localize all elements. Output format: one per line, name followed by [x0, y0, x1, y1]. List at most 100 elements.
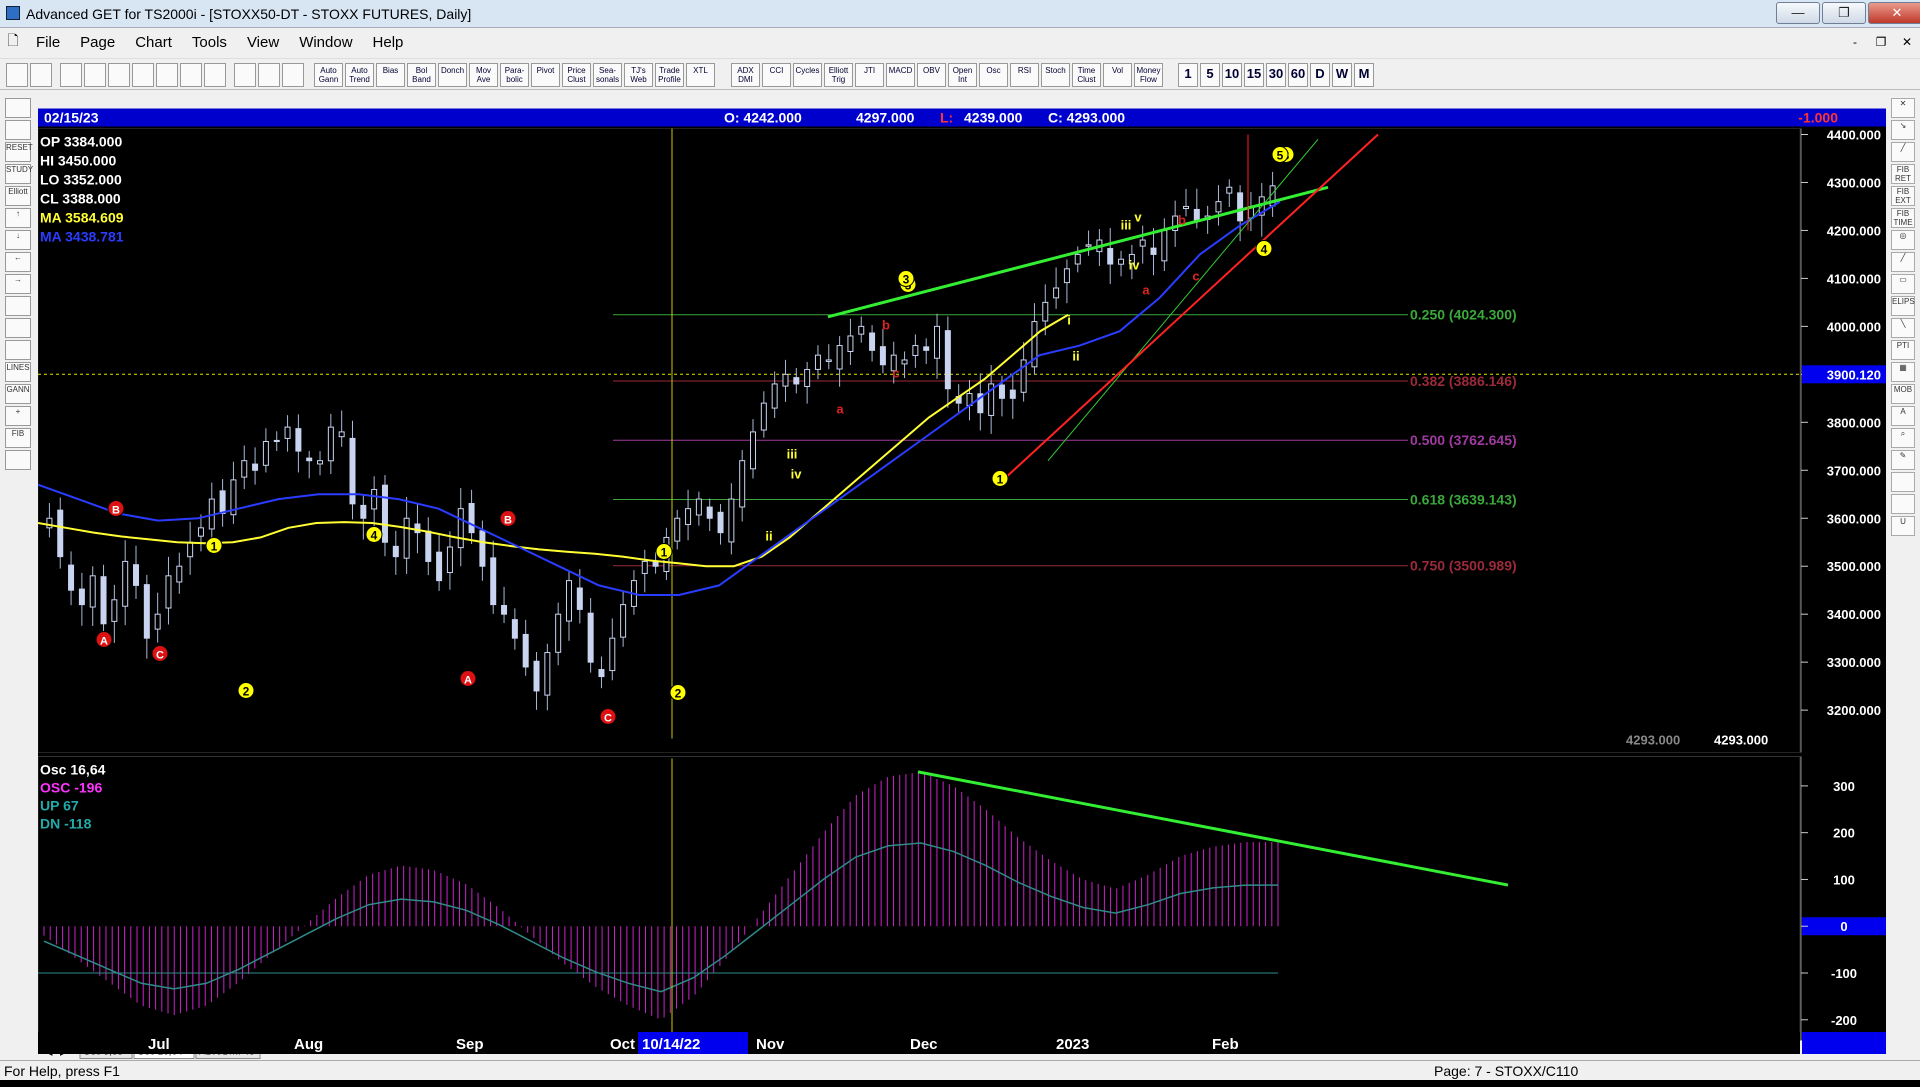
- mdi-minimize-button[interactable]: -: [1842, 32, 1868, 52]
- right-tool-button[interactable]: FIB TIME: [1891, 208, 1915, 228]
- left-tool-button[interactable]: [5, 98, 31, 118]
- close-button[interactable]: ✕: [1868, 2, 1920, 24]
- interval-button[interactable]: 10: [1222, 63, 1242, 87]
- right-tool-button[interactable]: ╱: [1891, 252, 1915, 272]
- study-button[interactable]: MACD: [886, 63, 915, 87]
- left-tool-button[interactable]: [5, 318, 31, 338]
- left-tool-button[interactable]: [5, 450, 31, 470]
- toolbar-icon-button[interactable]: [108, 63, 130, 87]
- right-tool-button[interactable]: ↘: [1891, 120, 1915, 140]
- study-button[interactable]: Sea- sonals: [593, 63, 622, 87]
- right-tool-button[interactable]: [1891, 494, 1915, 514]
- toolbar-icon-button[interactable]: [84, 63, 106, 87]
- interval-button[interactable]: 15: [1244, 63, 1264, 87]
- study-button[interactable]: JTI: [855, 63, 884, 87]
- study-button[interactable]: Vol: [1103, 63, 1132, 87]
- interval-button[interactable]: D: [1310, 63, 1330, 87]
- right-tool-button[interactable]: ╲: [1891, 318, 1915, 338]
- menu-page[interactable]: Page: [70, 34, 125, 51]
- study-button[interactable]: Trade Profile: [655, 63, 684, 87]
- left-tool-button[interactable]: ↑: [5, 208, 31, 228]
- toolbar-icon-button[interactable]: [30, 63, 52, 87]
- right-tool-button[interactable]: ✕: [1891, 98, 1915, 118]
- left-tool-button[interactable]: ←: [5, 252, 31, 272]
- right-tool-button[interactable]: MOB: [1891, 384, 1915, 404]
- study-button[interactable]: Bias: [376, 63, 405, 87]
- interval-button[interactable]: 5: [1200, 63, 1220, 87]
- study-button[interactable]: RSI: [1010, 63, 1039, 87]
- study-button[interactable]: TJ's Web: [624, 63, 653, 87]
- study-button[interactable]: Bol Band: [407, 63, 436, 87]
- study-button[interactable]: XTL: [686, 63, 715, 87]
- study-button[interactable]: Stoch: [1041, 63, 1070, 87]
- minimize-button[interactable]: —: [1776, 2, 1820, 24]
- right-tool-button[interactable]: ✎: [1891, 450, 1915, 470]
- study-button[interactable]: Auto Trend: [345, 63, 374, 87]
- right-tool-button[interactable]: PTI: [1891, 340, 1915, 360]
- toolbar-icon-button[interactable]: [234, 63, 256, 87]
- toolbar-icon-button[interactable]: [282, 63, 304, 87]
- study-button[interactable]: OBV: [917, 63, 946, 87]
- toolbar-icon-button[interactable]: [132, 63, 154, 87]
- maximize-button[interactable]: ❐: [1822, 2, 1866, 24]
- left-tool-button[interactable]: [5, 120, 31, 140]
- interval-button[interactable]: W: [1332, 63, 1352, 87]
- study-button[interactable]: Pivot: [531, 63, 560, 87]
- left-tool-button[interactable]: LINES: [5, 362, 31, 382]
- toolbar-icon-button[interactable]: [6, 63, 28, 87]
- left-tool-button[interactable]: +: [5, 406, 31, 426]
- toolbar-icon-button[interactable]: [60, 63, 82, 87]
- toolbar-icon-button[interactable]: [180, 63, 202, 87]
- study-button[interactable]: Open Int: [948, 63, 977, 87]
- mdi-restore-button[interactable]: ❐: [1868, 32, 1894, 52]
- study-button[interactable]: ADX DMI: [731, 63, 760, 87]
- right-tool-button[interactable]: U: [1891, 516, 1915, 536]
- toolbar-icon-button[interactable]: [258, 63, 280, 87]
- interval-button[interactable]: 1: [1178, 63, 1198, 87]
- toolbar-icon-button[interactable]: [156, 63, 178, 87]
- menu-file[interactable]: File: [26, 34, 70, 51]
- right-tool-button[interactable]: FIB RET: [1891, 164, 1915, 184]
- interval-button[interactable]: 30: [1266, 63, 1286, 87]
- study-button[interactable]: Price Clust: [562, 63, 591, 87]
- study-button[interactable]: Osc: [979, 63, 1008, 87]
- study-button[interactable]: Elliott Trig: [824, 63, 853, 87]
- chart-area[interactable]: 02/15/23 O: 4242.000 4297.000 L: 4239.00…: [38, 92, 1886, 1087]
- study-button[interactable]: Money Flow: [1134, 63, 1163, 87]
- study-button[interactable]: Time Clust: [1072, 63, 1101, 87]
- right-tool-button[interactable]: ▦: [1891, 362, 1915, 382]
- left-tool-button[interactable]: FIB: [5, 428, 31, 448]
- study-button[interactable]: CCI: [762, 63, 791, 87]
- right-tool-button[interactable]: A: [1891, 406, 1915, 426]
- right-tool-button[interactable]: ⌕: [1891, 428, 1915, 448]
- left-tool-button[interactable]: Elliott: [5, 186, 31, 206]
- right-tool-button[interactable]: ◎: [1891, 230, 1915, 250]
- right-tool-button[interactable]: FIB EXT: [1891, 186, 1915, 206]
- menu-chart[interactable]: Chart: [125, 34, 182, 51]
- menu-help[interactable]: Help: [363, 34, 414, 51]
- left-tool-button[interactable]: STUDY: [5, 164, 33, 184]
- right-tool-button[interactable]: ▭: [1891, 274, 1915, 294]
- toolbar-icon-button[interactable]: [204, 63, 226, 87]
- left-tool-button[interactable]: RESET: [5, 142, 33, 162]
- menu-view[interactable]: View: [237, 34, 289, 51]
- interval-button[interactable]: 60: [1288, 63, 1308, 87]
- menu-window[interactable]: Window: [289, 34, 362, 51]
- study-button[interactable]: Mov Ave: [469, 63, 498, 87]
- menu-tools[interactable]: Tools: [182, 34, 237, 51]
- left-tool-button[interactable]: [5, 296, 31, 316]
- interval-button[interactable]: M: [1354, 63, 1374, 87]
- study-button[interactable]: Auto Gann: [314, 63, 343, 87]
- right-tool-button[interactable]: ╱: [1891, 142, 1915, 162]
- left-tool-button[interactable]: ↓: [5, 230, 31, 250]
- mdi-close-button[interactable]: ✕: [1894, 32, 1920, 52]
- right-tool-button[interactable]: [1891, 472, 1915, 492]
- study-button[interactable]: Cycles: [793, 63, 822, 87]
- study-button[interactable]: Para- bolic: [500, 63, 529, 87]
- left-tool-button[interactable]: GANN: [5, 384, 31, 404]
- study-button[interactable]: Donch: [438, 63, 467, 87]
- left-tool-button[interactable]: [5, 340, 31, 360]
- right-tool-button[interactable]: ELIPS: [1891, 296, 1915, 316]
- wave-label-red: A: [100, 636, 108, 648]
- left-tool-button[interactable]: →: [5, 274, 31, 294]
